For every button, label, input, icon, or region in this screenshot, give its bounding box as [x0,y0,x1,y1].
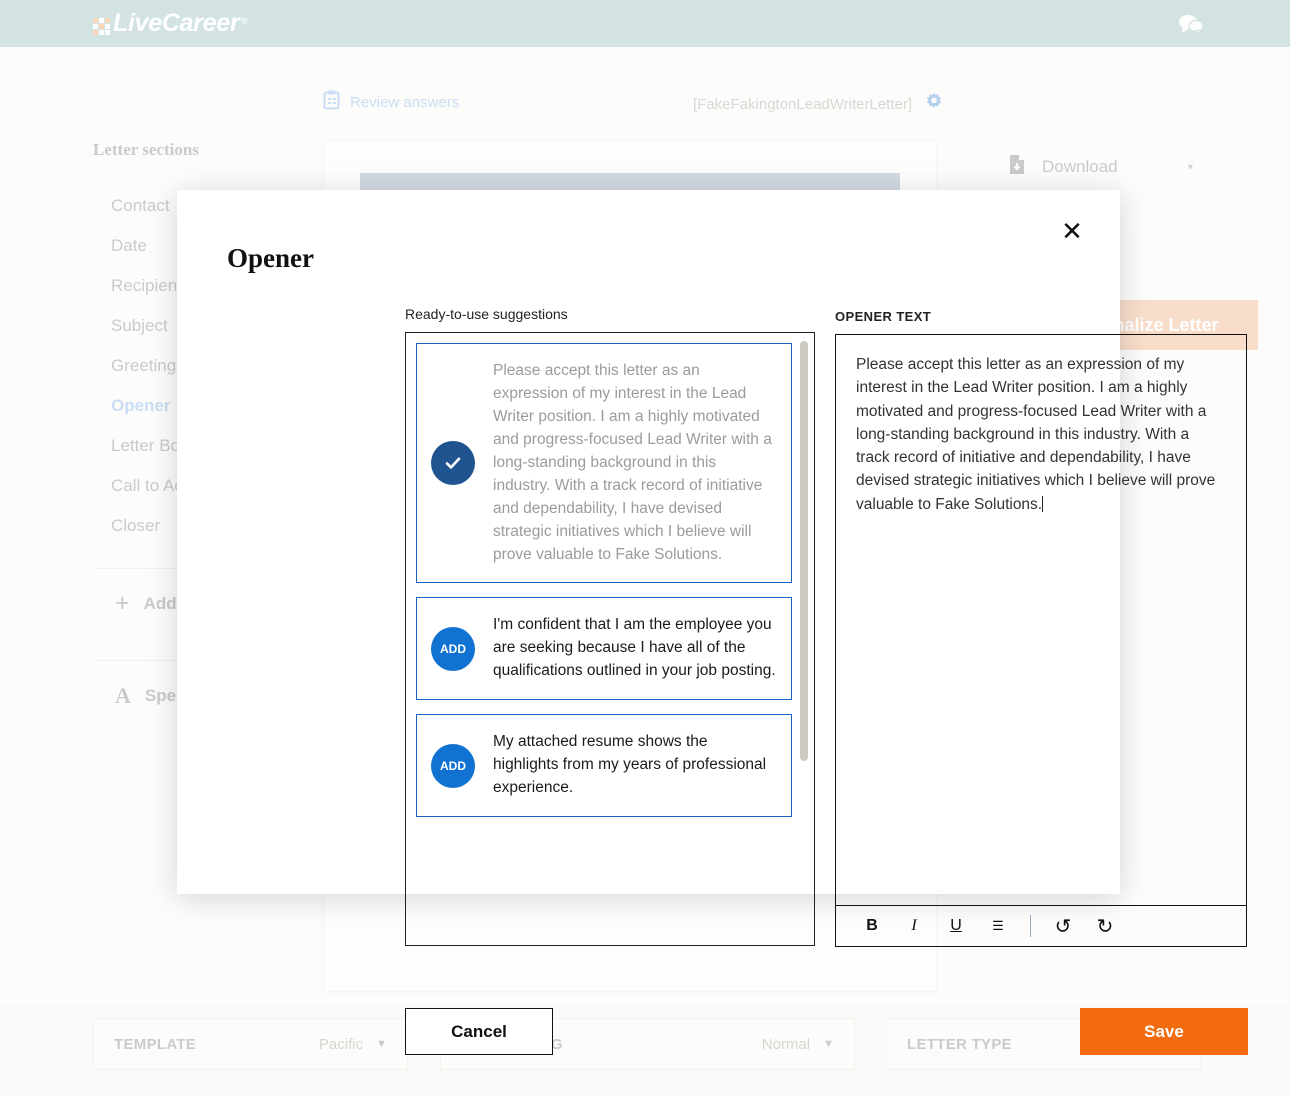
close-icon[interactable]: ✕ [1058,218,1086,246]
modal-title: Opener [227,243,314,273]
suggestion-card[interactable]: Please accept this letter as an expressi… [416,343,792,584]
add-suggestion-button[interactable]: ADD [431,743,475,788]
save-button[interactable]: Save [1080,1008,1248,1055]
toolbar-divider [1030,915,1031,937]
opener-editor-content: Please accept this letter as an expressi… [856,356,1216,513]
add-suggestion-button[interactable]: ADD [431,626,475,671]
app-root: LiveCareer ® Review answers [0,0,1290,1096]
suggestion-card[interactable]: ADD I'm confident that I am the employee … [416,597,792,701]
suggestions-list: Please accept this letter as an expressi… [405,332,815,946]
opener-text-editor[interactable]: Please accept this letter as an expressi… [835,334,1247,906]
undo-icon[interactable]: ↺ [1047,912,1079,940]
bullet-list-icon[interactable]: ☰ [982,912,1014,940]
suggestion-card[interactable]: ADD My attached resume shows the highligh… [416,714,792,818]
suggestion-text: My attached resume shows the highlights … [493,733,767,797]
redo-icon[interactable]: ↻ [1089,912,1121,940]
opener-text-label: OPENER TEXT [835,309,932,324]
opener-modal: ✕ Opener Ready-to-use suggestions OPENER… [177,190,1248,1055]
text-caret [1042,495,1044,512]
formatting-toolbar: B I U ☰ ↺ ↻ [835,906,1247,947]
scrollbar-thumb[interactable] [800,341,808,761]
suggestion-text: Please accept this letter as an expressi… [493,362,772,563]
suggestions-scrollbar[interactable] [800,341,808,939]
suggestions-label: Ready-to-use suggestions [405,306,568,322]
underline-icon[interactable]: U [940,912,972,940]
italic-icon[interactable]: I [898,912,930,940]
check-icon[interactable] [431,441,475,486]
suggestion-text: I'm confident that I am the employee you… [493,616,776,680]
suggestions-scroll-area[interactable]: Please accept this letter as an expressi… [406,333,814,945]
bold-icon[interactable]: B [856,912,888,940]
cancel-button[interactable]: Cancel [405,1008,553,1055]
